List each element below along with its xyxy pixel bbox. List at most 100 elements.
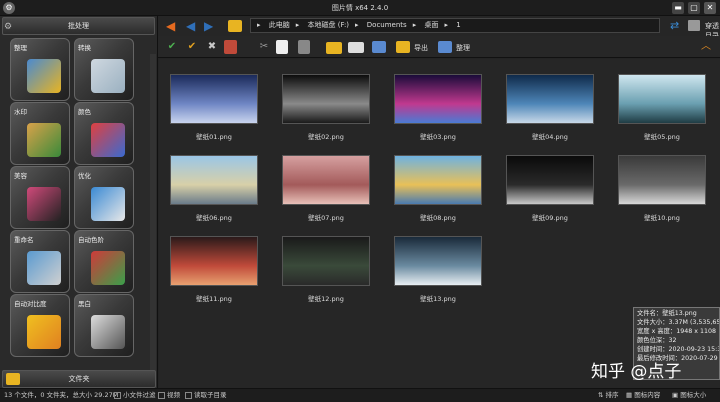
image-thumbnail[interactable]	[282, 236, 370, 286]
thumbnail-caption[interactable]: 壁纸11.png	[170, 293, 258, 303]
forward-arrow-icon-2[interactable]: ▶	[204, 19, 213, 33]
collapse-chevron-icon[interactable]: ︿	[698, 39, 714, 55]
info-created: 创建时间：2020-09-23 15:38	[637, 346, 720, 354]
thumbnail-caption[interactable]: 壁纸13.png	[394, 293, 482, 303]
cosmetics-icon	[27, 187, 61, 221]
image-thumbnail[interactable]	[506, 74, 594, 124]
toolbar: ✔ ✔ ✖ ✂ 导出 整理 ︿	[158, 36, 720, 58]
settings-gear-icon[interactable]: ⚙	[4, 19, 12, 35]
icon-size-label: 图标大小	[680, 391, 707, 399]
image-thumbnail[interactable]	[394, 236, 482, 286]
breadcrumb-separator: ▸	[355, 21, 359, 29]
new-folder-icon[interactable]	[326, 42, 342, 54]
video-toggle[interactable]: 视频	[158, 389, 180, 402]
sidebar-scrollbar[interactable]	[150, 54, 156, 384]
video-label: 视频	[167, 391, 180, 399]
folder-panel-label: 文件夹	[68, 375, 90, 383]
breadcrumb-drive[interactable]: 本地磁盘 (F:)	[308, 21, 350, 29]
paste-icon[interactable]	[298, 40, 310, 54]
breadcrumb-desktop[interactable]: 桌面	[424, 21, 438, 29]
tool-tile-cosmetics[interactable]: 美容	[10, 166, 70, 229]
thumbnail-caption[interactable]: 壁纸02.png	[282, 131, 370, 141]
thumbnail-caption[interactable]: 壁纸05.png	[618, 131, 706, 141]
check-partial-icon[interactable]: ✔	[184, 39, 200, 55]
image-thumbnail[interactable]	[618, 155, 706, 205]
image-thumbnail[interactable]	[618, 74, 706, 124]
convert-image-icon	[91, 59, 125, 93]
include-subdirs-label: 读取子目录	[194, 391, 227, 399]
thumbnail-caption[interactable]: 壁纸10.png	[618, 212, 706, 222]
check-all-icon[interactable]: ✔	[164, 39, 180, 55]
tool-tile-watermark[interactable]: 水印	[10, 102, 70, 165]
tool-tile-auto-contrast[interactable]: 自动对比度	[10, 294, 70, 357]
sidebar-header-label: 批处理	[68, 22, 89, 30]
tool-tile-folder-photos[interactable]: 整理	[10, 38, 70, 101]
thumbnail-caption[interactable]: 壁纸04.png	[506, 131, 594, 141]
refresh-icon[interactable]: ⇄	[670, 19, 679, 33]
tool-tile-optimize[interactable]: 优化	[74, 166, 134, 229]
organize-icon[interactable]	[438, 41, 452, 53]
close-button[interactable]: ✕	[704, 2, 716, 14]
copy-icon[interactable]	[276, 40, 288, 54]
print-icon[interactable]	[372, 41, 386, 53]
small-file-filter-toggle[interactable]: 小文件过滤	[114, 389, 156, 402]
folder-panel-button[interactable]: 文件夹	[2, 370, 156, 388]
image-thumbnail[interactable]	[282, 74, 370, 124]
image-thumbnail[interactable]	[170, 236, 258, 286]
tool-tile-black-white-photo[interactable]: 黑白	[74, 294, 134, 357]
breadcrumb-folder[interactable]: 1	[456, 21, 460, 29]
tool-tile-label: 水印	[14, 108, 27, 116]
tool-tile-auto-levels-chart[interactable]: 自动色阶	[74, 230, 134, 293]
icon-size-button[interactable]: ▣ 图标大小	[672, 389, 706, 402]
auto-contrast-icon	[27, 315, 61, 349]
image-thumbnail[interactable]	[506, 155, 594, 205]
icon-content-button[interactable]: ▦ 图标内容	[626, 389, 660, 402]
breadcrumb-documents[interactable]: Documents	[367, 21, 407, 29]
breadcrumb-this-pc[interactable]: 此电脑	[269, 21, 290, 29]
sort-button[interactable]: ⇅ 排序	[598, 389, 619, 402]
thumbnail-caption[interactable]: 壁纸12.png	[282, 293, 370, 303]
minimize-button[interactable]: ▬	[672, 2, 684, 14]
slideshow-icon[interactable]	[348, 42, 364, 53]
forward-arrow-icon[interactable]: ◀	[186, 19, 195, 33]
delete-icon[interactable]	[224, 40, 237, 54]
open-folder-icon[interactable]	[228, 20, 242, 32]
cut-icon[interactable]: ✂	[256, 39, 272, 55]
title-bar: ⚙ 图片情 x64 2.4.0 ▬ ▢ ✕	[0, 0, 720, 16]
sidebar-header[interactable]: ⚙ 批处理	[2, 17, 155, 35]
tool-tile-convert-image[interactable]: 转换	[74, 38, 134, 101]
through-dir-icon[interactable]	[688, 20, 700, 31]
export-label[interactable]: 导出	[414, 43, 428, 53]
image-thumbnail[interactable]	[394, 155, 482, 205]
thumbnail-caption[interactable]: 壁纸09.png	[506, 212, 594, 222]
tools-icon[interactable]: ✖	[204, 39, 220, 55]
path-field[interactable]: ▸ 此电脑 ▸ 本地磁盘 (F:) ▸ Documents ▸ 桌面 ▸ 1	[250, 18, 660, 33]
export-icon[interactable]	[396, 41, 410, 53]
checkbox-icon	[114, 391, 121, 399]
thumbnail-caption[interactable]: 壁纸08.png	[394, 212, 482, 222]
watermark-text: 知乎 @点子	[591, 362, 682, 382]
tool-tile-label: 优化	[78, 172, 91, 180]
thumbnail-caption[interactable]: 壁纸01.png	[170, 131, 258, 141]
info-color-depth: 颜色位深：32	[637, 337, 677, 345]
tool-tile-label: 重命名	[14, 236, 34, 244]
batch-sidebar: ⚙ 批处理 整理 转换水印 颜色 美容 优化重命名 自动色阶 自动对比度 黑白	[0, 16, 158, 388]
small-file-filter-label: 小文件过滤	[123, 391, 156, 399]
tool-tile-rename[interactable]: 重命名	[10, 230, 70, 293]
image-thumbnail[interactable]	[282, 155, 370, 205]
status-summary: 13 个文件，0 文件夹，总大小 29.27M	[4, 391, 119, 399]
sort-label: 排序	[605, 391, 619, 399]
folder-icon	[6, 373, 20, 385]
tool-tile-color-palette[interactable]: 颜色	[74, 102, 134, 165]
image-thumbnail[interactable]	[170, 74, 258, 124]
thumbnail-caption[interactable]: 壁纸07.png	[282, 212, 370, 222]
include-subdirs-toggle[interactable]: 读取子目录	[185, 389, 227, 402]
organize-label[interactable]: 整理	[456, 43, 470, 53]
image-thumbnail[interactable]	[170, 155, 258, 205]
back-arrow-icon[interactable]: ◀	[166, 19, 175, 33]
image-thumbnail[interactable]	[394, 74, 482, 124]
black-white-photo-icon	[91, 315, 125, 349]
maximize-button[interactable]: ▢	[688, 2, 700, 14]
thumbnail-caption[interactable]: 壁纸03.png	[394, 131, 482, 141]
thumbnail-caption[interactable]: 壁纸06.png	[170, 212, 258, 222]
